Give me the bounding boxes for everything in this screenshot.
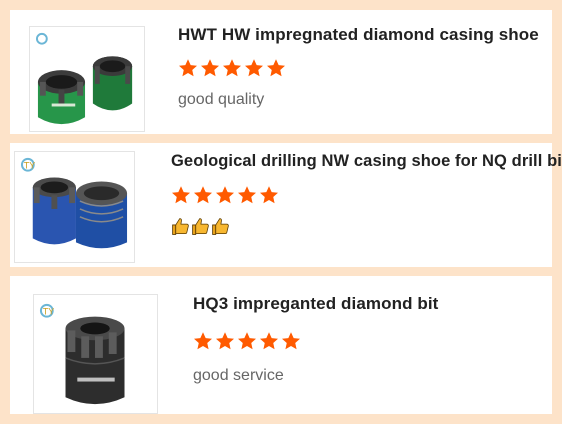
star-icon: [238, 332, 256, 350]
star-icon: [216, 332, 234, 350]
rating-stars: [193, 331, 438, 351]
star-icon: [267, 59, 285, 77]
review-comment: [171, 217, 562, 236]
review-comment: good service: [193, 367, 284, 384]
star-icon: [179, 59, 197, 77]
product-title[interactable]: HQ3 impreganted diamond bit: [193, 294, 438, 314]
product-image[interactable]: TY: [33, 294, 158, 414]
review-card: TY Geological drilling NW casing shoe fo…: [10, 143, 562, 267]
star-icon: [260, 332, 278, 350]
thumbs-up-icon: [172, 218, 189, 235]
black-diamond-bit-photo: TY: [39, 303, 125, 405]
review-card: TY HQ3 impreganted diamond bit good serv…: [10, 276, 552, 414]
product-image[interactable]: [29, 26, 145, 132]
rating-stars: [178, 58, 539, 78]
product-title[interactable]: HWT HW impregnated diamond casing shoe: [178, 25, 539, 45]
star-icon: [238, 186, 256, 204]
thumbs-up-icon: [192, 218, 209, 235]
svg-text:TY: TY: [24, 161, 35, 171]
review-comment: good quality: [178, 91, 265, 108]
star-icon: [282, 332, 300, 350]
svg-text:TY: TY: [43, 307, 54, 317]
review-card: HWT HW impregnated diamond casing shoe g…: [10, 10, 552, 134]
star-icon: [223, 59, 241, 77]
thumbs-up-icon: [212, 218, 229, 235]
star-icon: [194, 186, 212, 204]
product-image[interactable]: TY: [14, 151, 135, 263]
star-icon: [194, 332, 212, 350]
star-icon: [172, 186, 190, 204]
blue-casing-shoe-photo: TY: [20, 157, 128, 249]
green-casing-shoe-photo: [35, 32, 133, 125]
star-icon: [216, 186, 234, 204]
star-icon: [245, 59, 263, 77]
star-icon: [201, 59, 219, 77]
rating-stars: [171, 185, 562, 205]
star-icon: [260, 186, 278, 204]
product-title[interactable]: Geological drilling NW casing shoe for N…: [171, 152, 562, 171]
